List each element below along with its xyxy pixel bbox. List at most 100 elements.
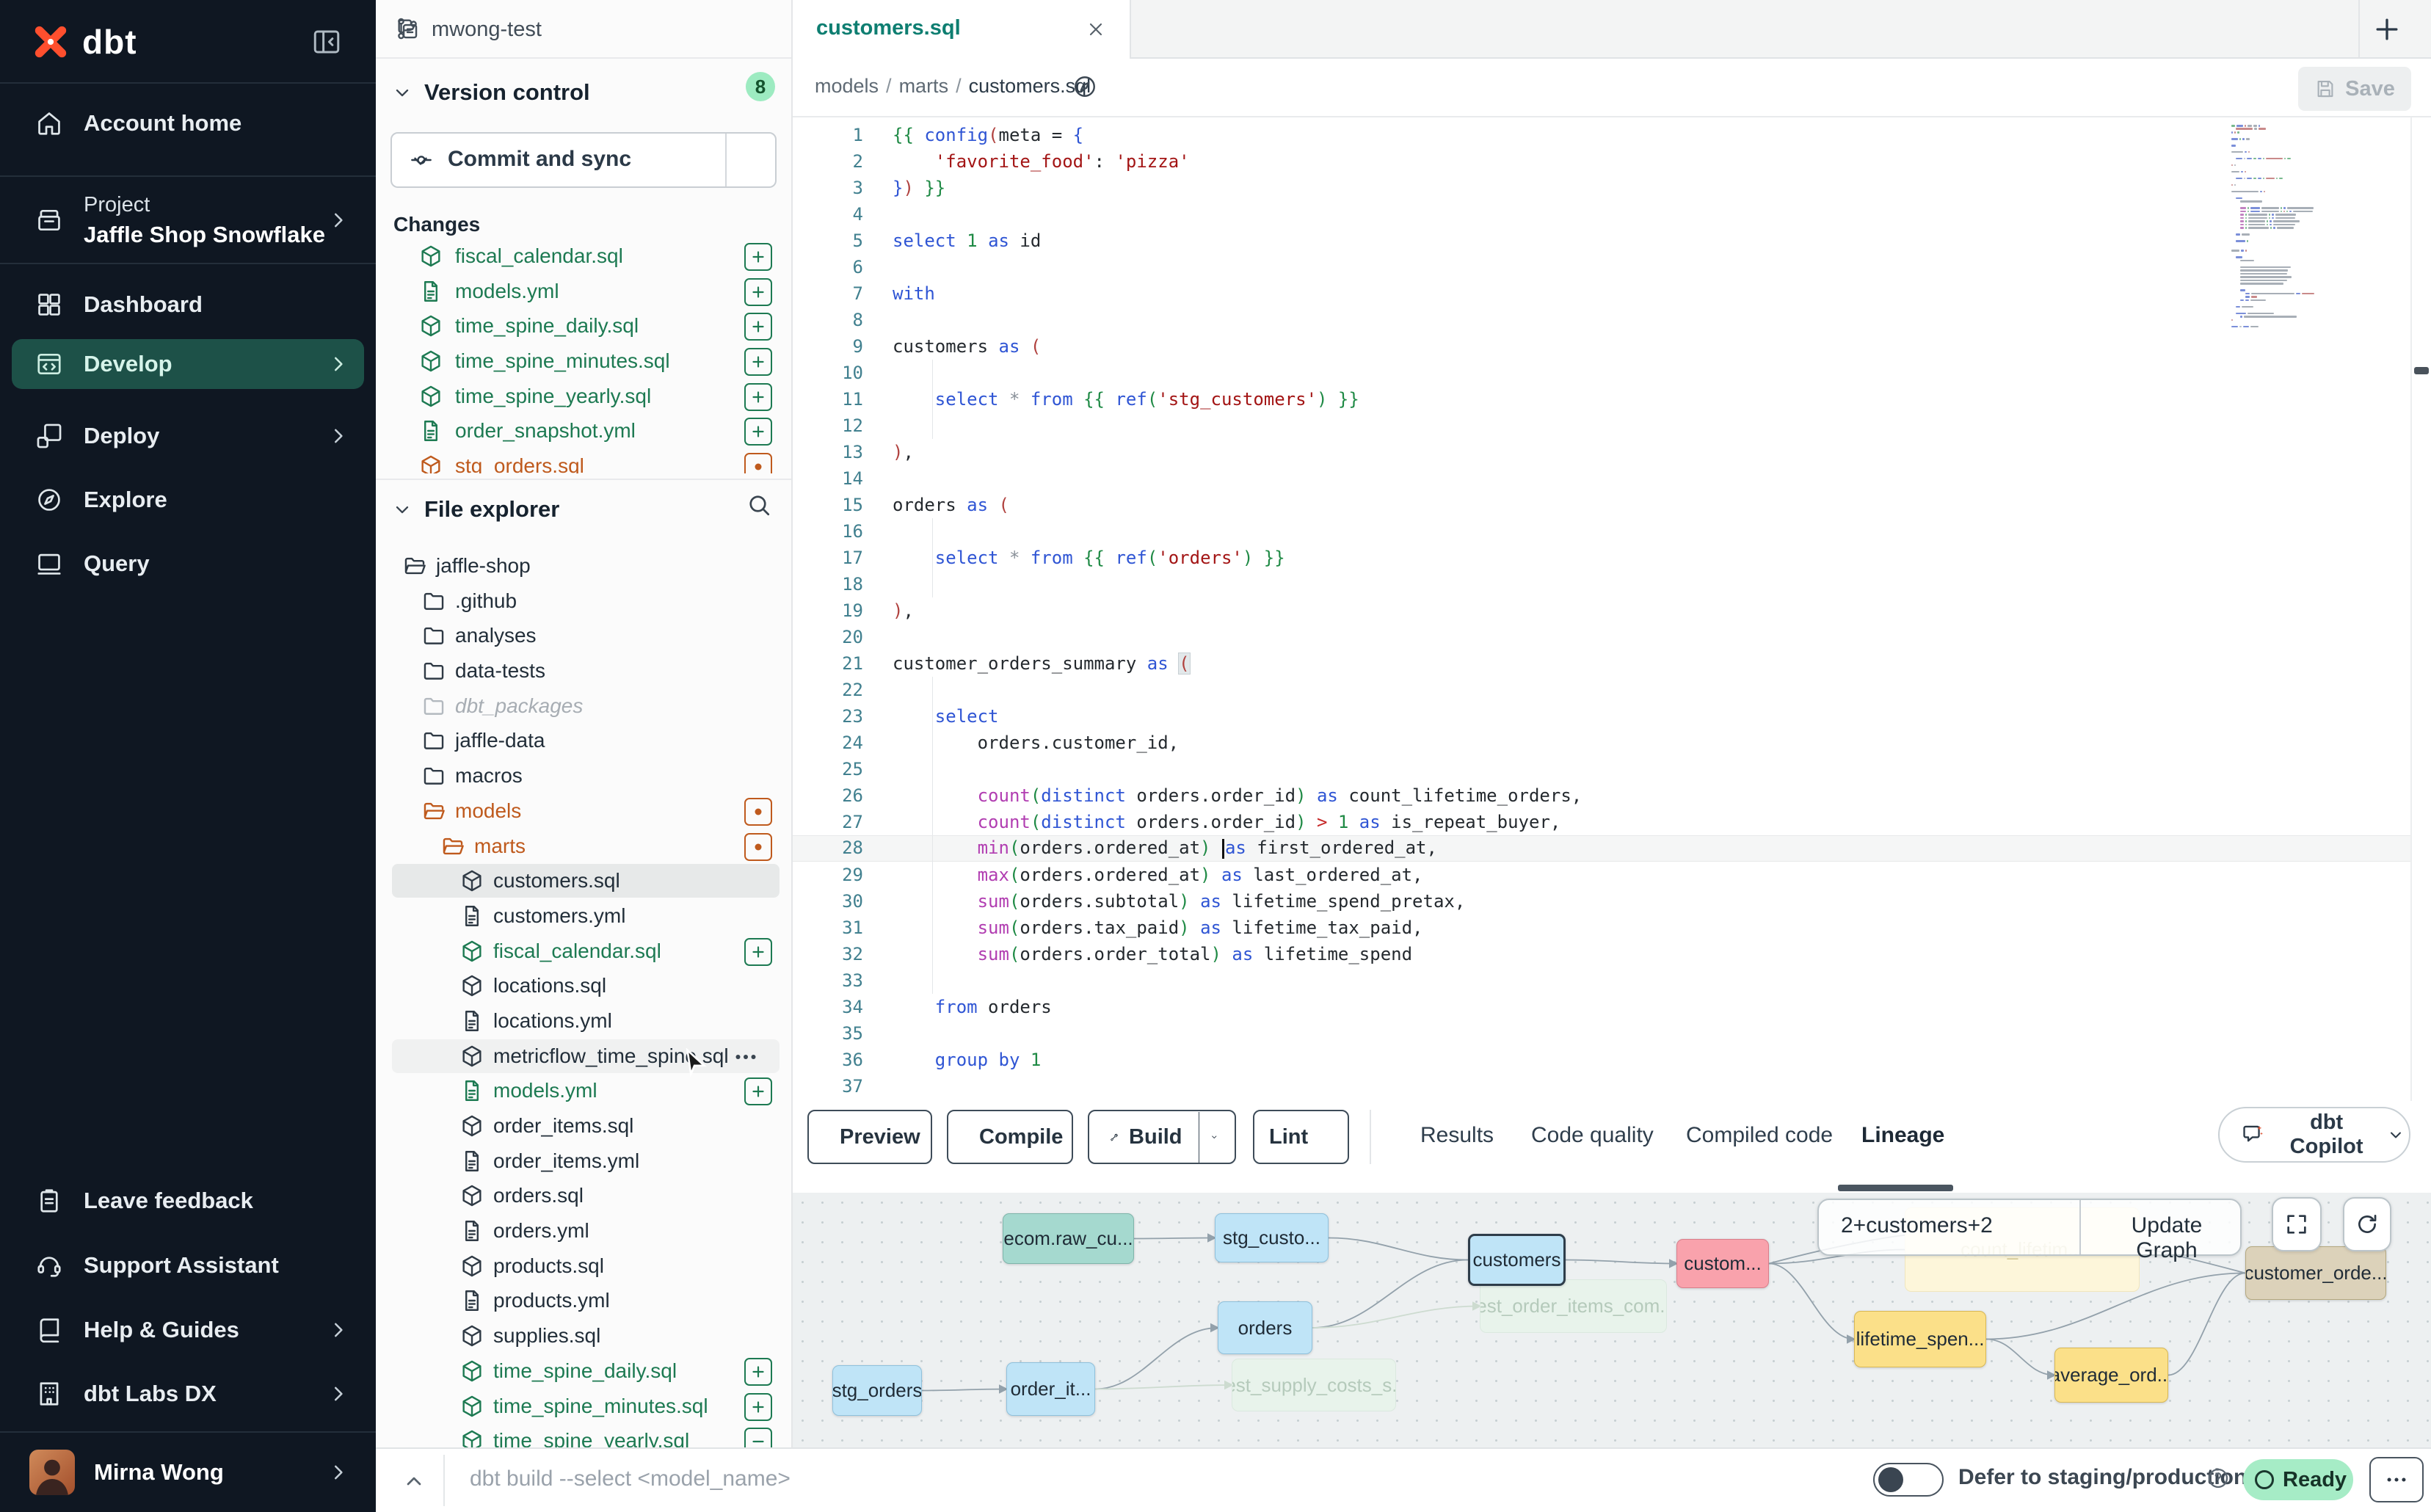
sidebar-item-develop[interactable]: Develop	[12, 339, 364, 389]
new-tab-plus-icon[interactable]	[2371, 13, 2403, 46]
panel-tab-lineage[interactable]: Lineage	[1861, 1123, 1944, 1148]
tree-item-metricflow-time-spine-sql[interactable]: metricflow_time_spine.sql	[376, 1039, 791, 1075]
breadcrumb-models[interactable]: models	[815, 75, 879, 97]
tree-action-plus[interactable]	[744, 1077, 772, 1105]
tree-action-plus[interactable]	[744, 1358, 772, 1386]
stage-plus-button[interactable]	[744, 278, 772, 306]
version-control-header[interactable]: Version control 8	[376, 70, 791, 115]
file-explorer-header[interactable]: File explorer	[376, 487, 791, 531]
tree-item--github[interactable]: .github	[376, 584, 791, 619]
chevron-down-icon[interactable]	[410, 150, 432, 172]
tree-item-locations-yml[interactable]: locations.yml	[376, 1004, 791, 1039]
copy-icon[interactable]	[395, 16, 420, 41]
lineage-canvas[interactable]: count_lifetim...test_order_items_com...t…	[793, 1193, 2431, 1447]
tree-item-orders-yml[interactable]: orders.yml	[376, 1214, 791, 1249]
tree-item-time-spine-daily-sql[interactable]: time_spine_daily.sql	[376, 1354, 791, 1389]
sidebar-item-support-assistant[interactable]: Support Assistant	[12, 1240, 364, 1290]
lineage-node-toi[interactable]: test_order_items_com...	[1480, 1279, 1667, 1333]
panel-tab-compiled-code[interactable]: Compiled code	[1686, 1123, 1833, 1148]
sidebar-item-deploy[interactable]: Deploy	[12, 411, 364, 461]
change-item[interactable]: time_spine_daily.sql	[376, 309, 791, 344]
lineage-node-ecom[interactable]: ecom.raw_cu...	[1003, 1213, 1134, 1264]
lineage-node-ord[interactable]: orders	[1218, 1301, 1312, 1354]
tree-action-plus[interactable]	[744, 938, 772, 966]
change-item[interactable]: stg_orders.sql	[376, 449, 791, 473]
tree-item-time-spine-yearly-sql[interactable]: time_spine_yearly.sql	[376, 1424, 791, 1447]
tree-action-dot[interactable]	[744, 833, 772, 861]
command-input[interactable]: dbt build --select <model_name>	[470, 1466, 791, 1491]
sidebar-item-dbt-labs-dx[interactable]: dbt Labs DX	[12, 1369, 364, 1419]
lineage-node-lts[interactable]: lifetime_spen...	[1854, 1311, 1986, 1367]
stage-plus-button[interactable]	[744, 418, 772, 446]
tab-customers-sql[interactable]: customers.sql	[793, 0, 1131, 59]
scrollbar-thumb[interactable]	[2414, 367, 2429, 374]
tree-item-macros[interactable]: macros	[376, 759, 791, 794]
save-button[interactable]: Save	[2298, 67, 2411, 111]
tree-item-fiscal-calendar-sql[interactable]: fiscal_calendar.sql	[376, 934, 791, 970]
tree-item-customers-sql[interactable]: customers.sql	[376, 864, 791, 899]
code-editor[interactable]: 1{{ config(meta = {2 'favorite_food': 'p…	[793, 117, 2431, 1101]
tree-action-plus[interactable]	[744, 1393, 772, 1421]
tree-item-locations-sql[interactable]: locations.sql	[376, 969, 791, 1004]
tree-item-dbt-packages[interactable]: dbt_packages	[376, 689, 791, 724]
stage-plus-button[interactable]	[744, 348, 772, 376]
tree-item-products-yml[interactable]: products.yml	[376, 1284, 791, 1319]
sidebar-item-account-home[interactable]: Account home	[12, 98, 364, 148]
change-item[interactable]: fiscal_calendar.sql	[376, 239, 791, 275]
sidebar-item-user[interactable]: Mirna Wong	[12, 1443, 364, 1502]
search-icon[interactable]	[746, 492, 772, 518]
lineage-node-pink[interactable]: custom...	[1676, 1239, 1769, 1288]
sidebar-collapse-icon[interactable]	[311, 26, 342, 57]
lineage-node-stgc[interactable]: stg_custo...	[1215, 1213, 1329, 1262]
tree-item-order-items-yml[interactable]: order_items.yml	[376, 1144, 791, 1180]
sidebar-item-explore[interactable]: Explore	[12, 475, 364, 525]
chevron-down-icon[interactable]	[1210, 1127, 1218, 1147]
tree-item-customers-yml[interactable]: customers.yml	[376, 899, 791, 934]
defer-toggle[interactable]	[1873, 1463, 1944, 1497]
dbt-copilot-button[interactable]: dbt Copilot	[2218, 1107, 2410, 1163]
tree-item-analyses[interactable]: analyses	[376, 619, 791, 654]
sidebar-item-leave-feedback[interactable]: Leave feedback	[12, 1176, 364, 1226]
sidebar-item-dashboard[interactable]: Dashboard	[12, 280, 364, 330]
refresh-button[interactable]	[2343, 1197, 2391, 1251]
stage-dot-button[interactable]	[744, 453, 772, 473]
lineage-node-stgo[interactable]: stg_orders	[832, 1365, 922, 1416]
tree-item-order-items-sql[interactable]: order_items.sql	[376, 1109, 791, 1144]
tree-action-dot[interactable]	[744, 798, 772, 826]
status-badge-ready[interactable]: Ready	[2243, 1459, 2353, 1500]
tree-item-models-yml[interactable]: models.yml	[376, 1074, 791, 1109]
breadcrumb-marts[interactable]: marts	[899, 75, 949, 97]
lineage-node-oit[interactable]: order_it...	[1006, 1362, 1095, 1416]
minimap[interactable]	[2231, 125, 2349, 329]
fullscreen-button[interactable]	[2272, 1197, 2322, 1251]
tree-item-orders-sql[interactable]: orders.sql	[376, 1179, 791, 1214]
tree-item-models[interactable]: models	[376, 794, 791, 829]
lineage-node-cust[interactable]: customers	[1468, 1234, 1566, 1286]
tree-item-jaffle-data[interactable]: jaffle-data	[376, 724, 791, 759]
lineage-node-cos[interactable]: customer_orde...	[2245, 1246, 2386, 1300]
lineage-node-tsc[interactable]: test_supply_costs_s...	[1232, 1359, 1396, 1411]
tree-item-data-tests[interactable]: data-tests	[376, 654, 791, 689]
chevron-up-icon[interactable]	[402, 1469, 426, 1493]
change-item[interactable]: order_snapshot.yml	[376, 414, 791, 449]
close-icon[interactable]	[1086, 19, 1106, 40]
panel-tab-code-quality[interactable]: Code quality	[1531, 1123, 1654, 1148]
preview-button[interactable]: Preview	[807, 1110, 932, 1164]
compile-button[interactable]: Compile	[947, 1110, 1073, 1164]
lineage-search-bar[interactable]: 2+customers+2 Update Graph	[1817, 1199, 2242, 1256]
tree-item-jaffle-shop[interactable]: jaffle-shop	[376, 549, 791, 584]
panel-tab-results[interactable]: Results	[1420, 1123, 1494, 1148]
sidebar-item-project[interactable]: Project Jaffle Shop Snowflake	[12, 182, 364, 258]
tree-item-time-spine-minutes-sql[interactable]: time_spine_minutes.sql	[376, 1389, 791, 1425]
stage-plus-button[interactable]	[744, 313, 772, 341]
lineage-node-avg[interactable]: average_ord...	[2054, 1348, 2168, 1403]
tree-item-marts[interactable]: marts	[376, 829, 791, 865]
change-item[interactable]: time_spine_minutes.sql	[376, 344, 791, 379]
more-options-button[interactable]	[2369, 1457, 2424, 1502]
sidebar-item-help-guides[interactable]: Help & Guides	[12, 1305, 364, 1355]
tree-item-products-sql[interactable]: products.sql	[376, 1249, 791, 1284]
stage-plus-button[interactable]	[744, 383, 772, 411]
lineage-search-value[interactable]: 2+customers+2	[1841, 1213, 1993, 1238]
commit-and-sync-button[interactable]: Commit and sync	[390, 132, 777, 188]
sidebar-item-query[interactable]: Query	[12, 539, 364, 589]
